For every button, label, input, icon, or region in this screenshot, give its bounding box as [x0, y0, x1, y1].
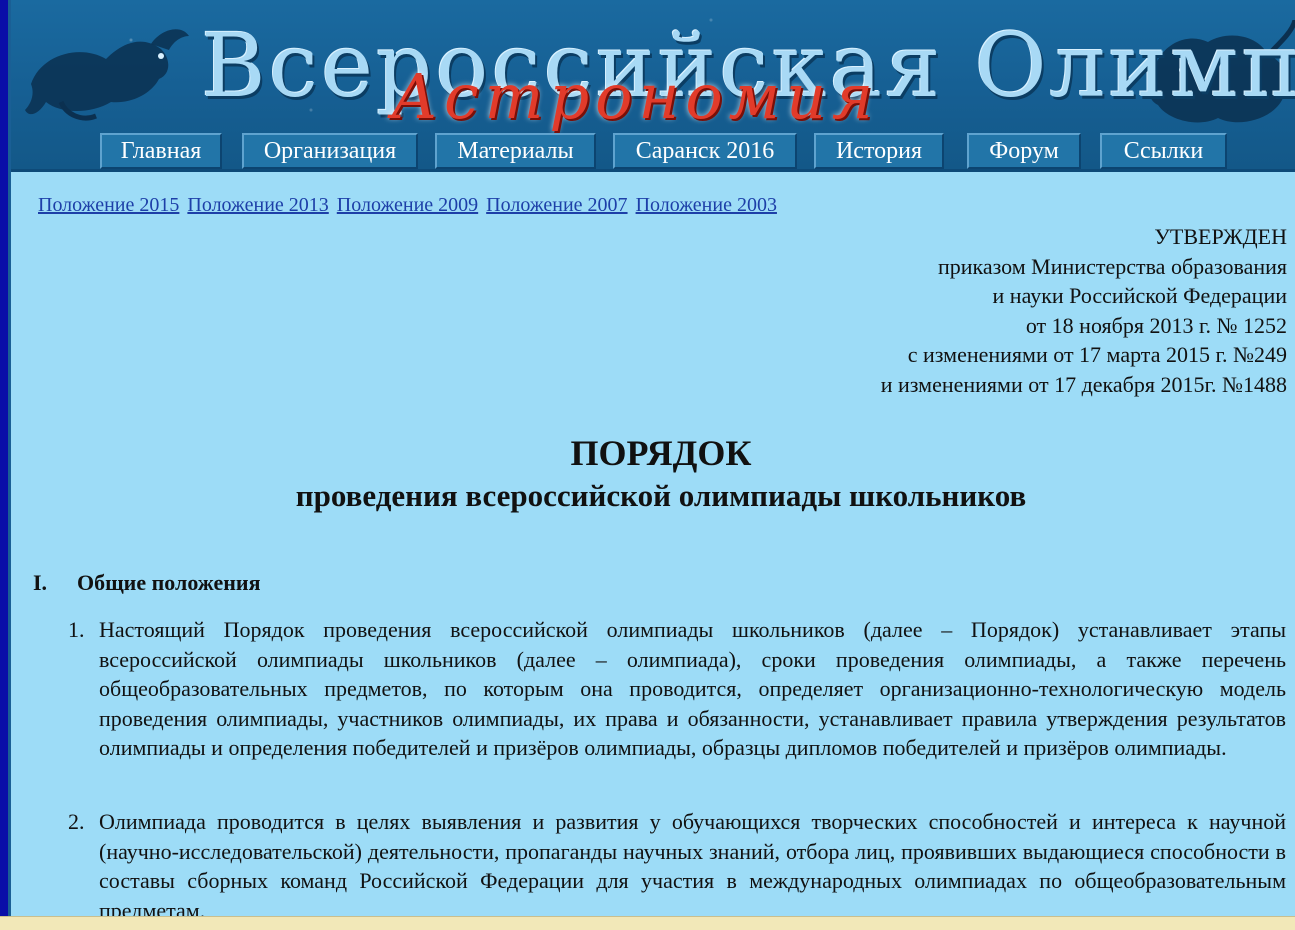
approval-line: и изменениями от 17 декабря 2015г. №1488	[880, 371, 1287, 397]
approval-line: УТВЕРЖДЕН	[1154, 224, 1287, 249]
list-item-text: Олимпиада проводится в целях выявления и…	[99, 809, 1286, 916]
page-frame: Всероссийская Олимпиада Астрономия Главн…	[8, 0, 1295, 916]
nav-item-materials[interactable]: Материалы	[435, 133, 596, 169]
approval-line: от 18 ноября 2013 г. № 1252	[1025, 312, 1287, 338]
nav-item-history[interactable]: История	[814, 133, 944, 169]
link-regulation-2013[interactable]: Положение 2013	[187, 194, 328, 216]
link-regulation-2009[interactable]: Положение 2009	[337, 194, 478, 216]
list-item: 1. Настоящий Порядок проведения всеросси…	[68, 615, 1286, 763]
document-title: ПОРЯДОК проведения всероссийской олимпиа…	[11, 430, 1295, 516]
link-regulation-2003[interactable]: Положение 2003	[636, 194, 777, 216]
document-heading: ПОРЯДОК	[570, 433, 752, 473]
list-item-number: 1.	[68, 617, 85, 642]
nav-item-organization[interactable]: Организация	[242, 133, 418, 169]
document-subheading: проведения всероссийской олимпиады школь…	[295, 478, 1027, 513]
status-bar	[0, 916, 1295, 930]
approval-line: приказом Министерства образования	[937, 253, 1287, 279]
sea-monster-icon	[25, 29, 189, 121]
nav-item-links[interactable]: Ссылки	[1100, 133, 1227, 169]
section-heading: I. Общие положения	[33, 570, 261, 596]
list-item-number: 2.	[68, 809, 85, 834]
link-regulation-2015[interactable]: Положение 2015	[38, 194, 179, 216]
link-regulation-2007[interactable]: Положение 2007	[486, 194, 627, 216]
approval-block: УТВЕРЖДЕН приказом Министерства образова…	[881, 222, 1287, 399]
list-item: 2. Олимпиада проводится в целях выявлени…	[68, 807, 1286, 916]
approval-line: и науки Российской Федерации	[992, 283, 1287, 308]
nav-item-saransk-2016[interactable]: Саранск 2016	[613, 133, 797, 169]
main-nav: Главная Организация Материалы Саранск 20…	[11, 133, 1295, 169]
approval-line: с изменениями от 17 марта 2015 г. №249	[907, 342, 1287, 367]
section-number: I.	[33, 570, 48, 595]
site-logo-subtitle: Астрономия	[391, 60, 880, 133]
site-banner: Всероссийская Олимпиада Астрономия Главн…	[11, 0, 1295, 172]
regulation-links: Положение 2015 Положение 2013 Положение …	[38, 194, 780, 217]
nav-item-main[interactable]: Главная	[100, 133, 222, 169]
list-item-text: Настоящий Порядок проведения всероссийск…	[99, 617, 1286, 760]
section-title: Общие положения	[77, 570, 261, 595]
nav-item-forum[interactable]: Форум	[967, 133, 1081, 169]
